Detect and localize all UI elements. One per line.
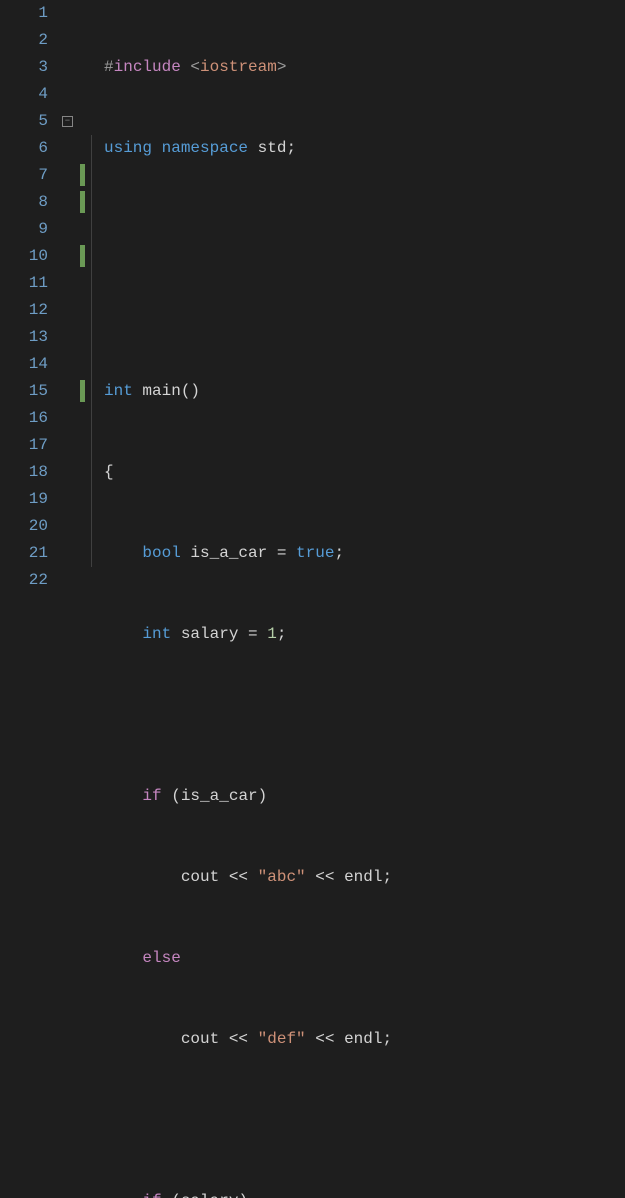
- line-number: 18: [0, 459, 48, 486]
- code-line: using namespace std;: [104, 135, 625, 162]
- code-line: int salary = 1;: [104, 621, 625, 648]
- line-number: 12: [0, 297, 48, 324]
- line-number: 9: [0, 216, 48, 243]
- semicolon: ;: [277, 625, 287, 643]
- var-name: is_a_car: [190, 544, 276, 562]
- kw-using: using: [104, 139, 162, 157]
- line-number: 14: [0, 351, 48, 378]
- line-number: 20: [0, 513, 48, 540]
- line-number: 21: [0, 540, 48, 567]
- code-line: #include <iostream>: [104, 54, 625, 81]
- code-area[interactable]: #include <iostream> using namespace std;…: [104, 0, 625, 599]
- kw-bool: bool: [142, 544, 190, 562]
- angle-close: >: [277, 58, 287, 76]
- kw-int: int: [142, 625, 180, 643]
- op-stream: <<: [306, 1030, 344, 1048]
- semicolon: ;: [382, 1030, 392, 1048]
- id-cout: cout: [181, 868, 229, 886]
- op-stream: <<: [229, 868, 258, 886]
- semicolon: ;: [382, 868, 392, 886]
- modified-line-marker: [80, 191, 85, 213]
- line-number: 8: [0, 189, 48, 216]
- line-number: 6: [0, 135, 48, 162]
- kw-int: int: [104, 382, 142, 400]
- line-number: 15: [0, 378, 48, 405]
- line-number: 1: [0, 0, 48, 27]
- modified-line-marker: [80, 380, 85, 402]
- cond-var: salary: [181, 1192, 239, 1198]
- kw-if: if: [142, 1192, 171, 1198]
- var-name: salary: [181, 625, 248, 643]
- kw-true: true: [296, 544, 334, 562]
- code-line: else: [104, 945, 625, 972]
- line-number: 13: [0, 324, 48, 351]
- brace-open: {: [104, 463, 114, 481]
- preproc-include: include: [114, 58, 191, 76]
- preproc-hash: #: [104, 58, 114, 76]
- parens: (): [181, 382, 200, 400]
- angle-open: <: [190, 58, 200, 76]
- code-line: if (salary): [104, 1188, 625, 1198]
- line-number: 3: [0, 54, 48, 81]
- op-stream: <<: [229, 1030, 258, 1048]
- id-std: std: [258, 139, 287, 157]
- kw-else: else: [142, 949, 180, 967]
- fn-main: main: [142, 382, 180, 400]
- code-line: [104, 297, 625, 324]
- kw-if: if: [142, 787, 171, 805]
- modified-line-marker: [80, 245, 85, 267]
- code-line: [104, 216, 625, 243]
- code-line: int main(): [104, 378, 625, 405]
- paren-open: (: [171, 787, 181, 805]
- fold-column: −: [60, 0, 80, 599]
- str-literal: "abc": [258, 868, 306, 886]
- modification-column: [80, 0, 90, 599]
- paren-open: (: [171, 1192, 181, 1198]
- id-endl: endl: [344, 1030, 382, 1048]
- code-line: cout << "abc" << endl;: [104, 864, 625, 891]
- cond-var: is_a_car: [181, 787, 258, 805]
- code-line: [104, 1107, 625, 1134]
- line-number: 17: [0, 432, 48, 459]
- indent-guide-column: [90, 0, 104, 599]
- fold-toggle-icon[interactable]: −: [62, 116, 73, 127]
- line-number: 4: [0, 81, 48, 108]
- paren-close: ): [238, 1192, 248, 1198]
- paren-close: ): [258, 787, 268, 805]
- line-number: 22: [0, 567, 48, 594]
- code-line: {: [104, 459, 625, 486]
- str-literal: "def": [258, 1030, 306, 1048]
- code-line: cout << "def" << endl;: [104, 1026, 625, 1053]
- indent-guide: [91, 135, 92, 567]
- semicolon: ;: [334, 544, 344, 562]
- line-number-gutter: 1 2 3 4 5 6 7 8 9 10 11 12 13 14 15 16 1…: [0, 0, 60, 599]
- line-number: 10: [0, 243, 48, 270]
- code-line: if (is_a_car): [104, 783, 625, 810]
- id-endl: endl: [344, 868, 382, 886]
- header-name: iostream: [200, 58, 277, 76]
- semicolon: ;: [286, 139, 296, 157]
- op-stream: <<: [306, 868, 344, 886]
- line-number: 7: [0, 162, 48, 189]
- code-editor[interactable]: 1 2 3 4 5 6 7 8 9 10 11 12 13 14 15 16 1…: [0, 0, 625, 599]
- code-line: bool is_a_car = true;: [104, 540, 625, 567]
- id-cout: cout: [181, 1030, 229, 1048]
- op-assign: =: [248, 625, 267, 643]
- kw-namespace: namespace: [162, 139, 258, 157]
- line-number: 11: [0, 270, 48, 297]
- line-number: 2: [0, 27, 48, 54]
- line-number: 5: [0, 108, 48, 135]
- op-assign: =: [277, 544, 296, 562]
- num-literal: 1: [267, 625, 277, 643]
- code-line: [104, 702, 625, 729]
- line-number: 19: [0, 486, 48, 513]
- modified-line-marker: [80, 164, 85, 186]
- line-number: 16: [0, 405, 48, 432]
